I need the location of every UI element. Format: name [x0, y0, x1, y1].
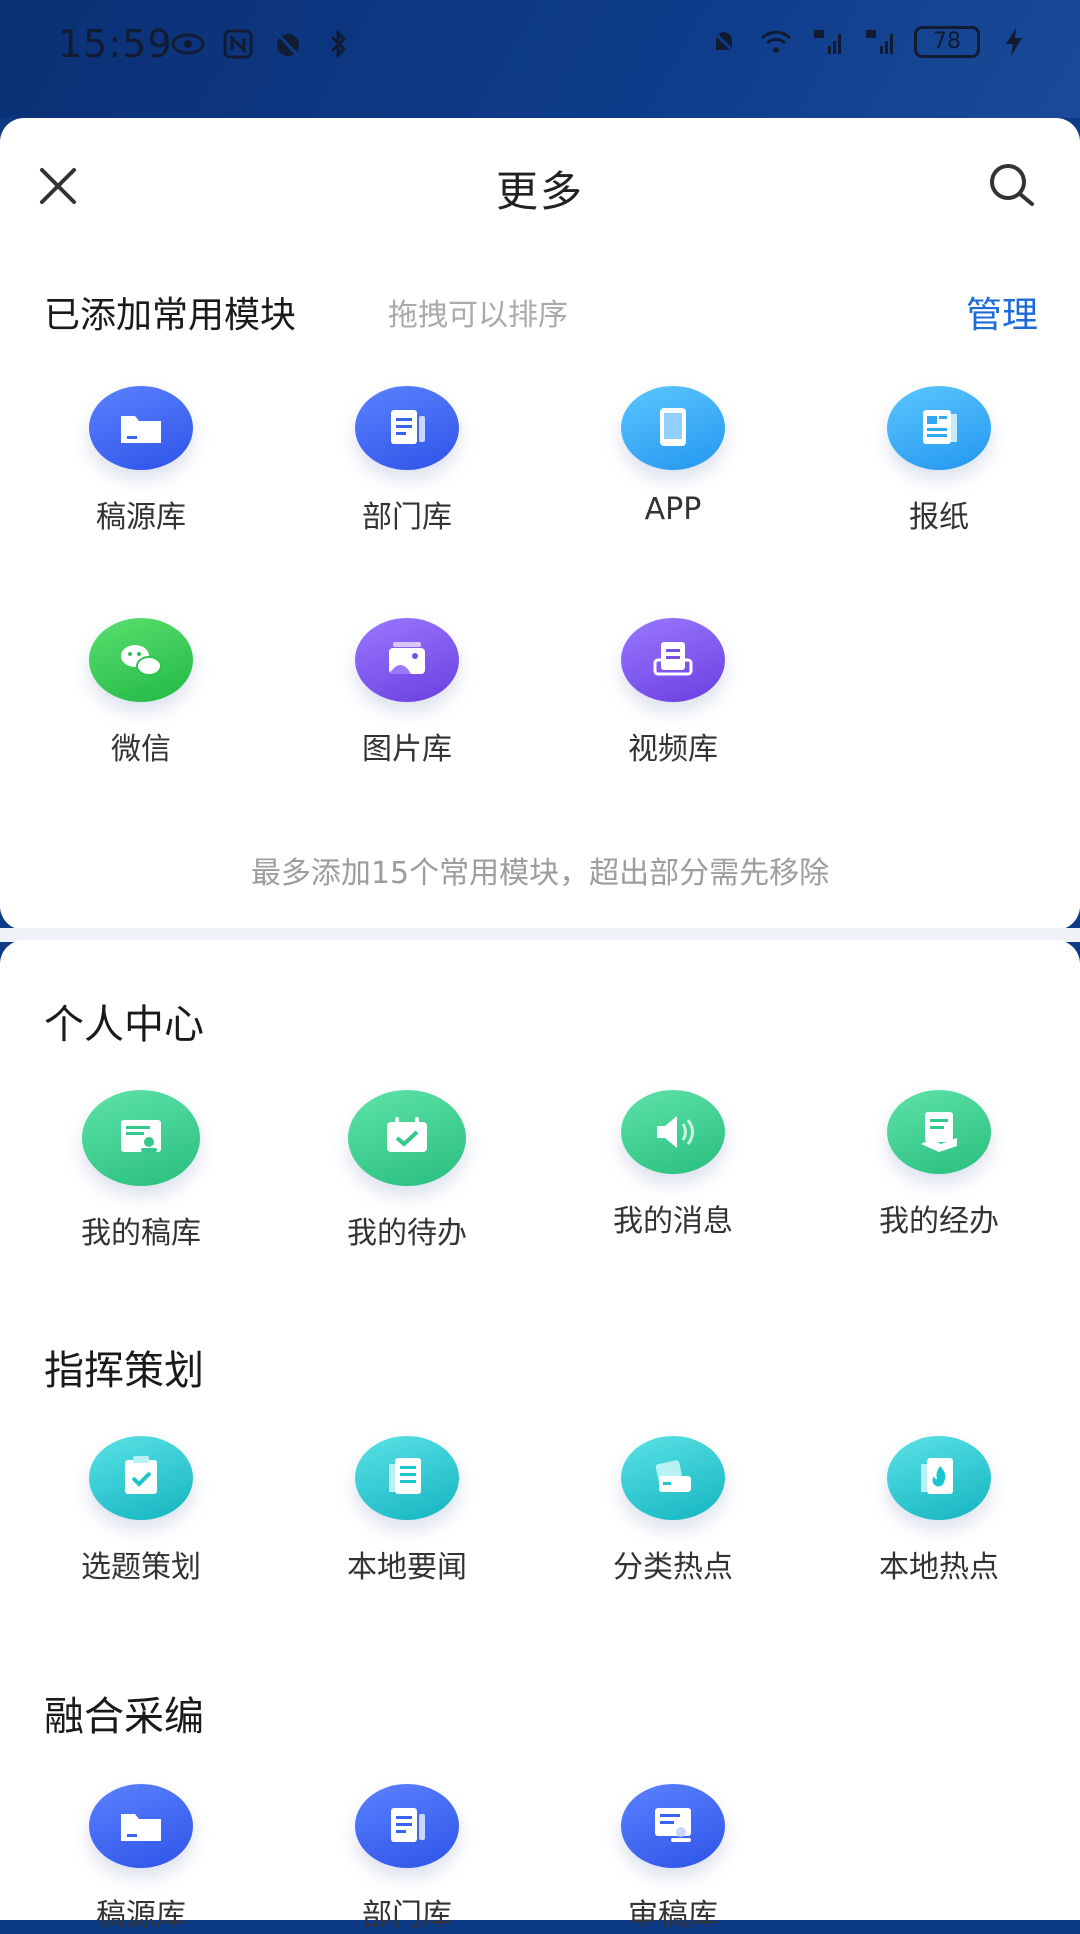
calendar-check-icon	[348, 1090, 466, 1186]
module-item[interactable]: 分类热点	[538, 1436, 808, 1586]
top-bar: 更多	[0, 118, 1080, 248]
signal-4g-icon	[866, 30, 893, 54]
battery-level: 78	[914, 26, 980, 58]
module-item[interactable]: 我的经办	[804, 1090, 1074, 1240]
speaker-icon	[621, 1090, 725, 1174]
search-icon[interactable]	[984, 158, 1040, 214]
status-left-icons	[170, 26, 356, 62]
signal-4g-icon	[814, 30, 841, 54]
module-item[interactable]: 我的稿库	[6, 1090, 276, 1252]
doc-icon	[355, 386, 459, 470]
review-doc-icon	[621, 1784, 725, 1868]
folder-icon	[89, 386, 193, 470]
flame-doc-icon	[887, 1436, 991, 1520]
command-section-title: 指挥策划	[44, 1348, 204, 1394]
video-library-icon	[621, 618, 725, 702]
mute-bell-icon	[710, 28, 738, 56]
tablet-icon	[621, 386, 725, 470]
nfc-icon	[223, 29, 253, 59]
module-item[interactable]: 视频库	[538, 618, 808, 768]
bluetooth-icon	[330, 29, 347, 59]
module-item[interactable]: APP	[538, 386, 808, 527]
module-item[interactable]: 部门库	[272, 1784, 542, 1934]
status-right-icons: 78	[706, 24, 1032, 60]
news-doc-icon	[355, 1436, 459, 1520]
module-limit-tip: 最多添加15个常用模块，超出部分需先移除	[250, 856, 830, 891]
clipboard-check-icon	[89, 1436, 193, 1520]
module-item[interactable]: 部门库	[272, 386, 542, 536]
module-item[interactable]: 微信	[6, 618, 276, 768]
module-item[interactable]: 审稿库	[538, 1784, 808, 1934]
module-item[interactable]: 图片库	[272, 618, 542, 768]
eye-icon	[171, 33, 205, 55]
photo-icon	[355, 618, 459, 702]
newspaper-icon	[887, 386, 991, 470]
module-item[interactable]: 本地要闻	[272, 1436, 542, 1586]
personal-section-title: 个人中心	[44, 1002, 204, 1048]
added-section-title: 已添加常用模块	[44, 295, 297, 336]
id-card-icon	[82, 1090, 200, 1186]
module-item[interactable]: 选题策划	[6, 1436, 276, 1586]
module-item[interactable]: 本地热点	[804, 1436, 1074, 1586]
module-item[interactable]: 我的消息	[538, 1090, 808, 1240]
wifi-icon	[760, 30, 792, 53]
fusion-section-title: 融合采编	[44, 1694, 204, 1740]
module-item[interactable]: 我的待办	[272, 1090, 542, 1252]
page-title: 更多	[495, 167, 584, 216]
manage-button[interactable]: 管理	[966, 286, 1038, 338]
modules-sheet: 更多 已添加常用模块 拖拽可以排序 管理 稿源库 部门库 APP 报纸 微信 图…	[0, 118, 1080, 930]
wechat-icon	[89, 618, 193, 702]
alarm-off-icon	[274, 30, 302, 60]
module-item[interactable]: 报纸	[804, 386, 1074, 536]
card-stack-icon	[621, 1436, 725, 1520]
status-bar: 15:59 78	[0, 0, 1080, 118]
handover-doc-icon	[887, 1090, 991, 1174]
charging-icon	[1006, 28, 1022, 56]
status-time: 15:59	[58, 22, 173, 66]
categories-sheet: 个人中心 我的稿库 我的待办 我的消息 我的经办 指挥策划 选题策划 本地要闻 …	[0, 940, 1080, 1933]
doc-icon	[355, 1784, 459, 1868]
module-item[interactable]: 稿源库	[6, 1784, 276, 1934]
drag-sort-hint: 拖拽可以排序	[388, 298, 568, 333]
folder-icon	[89, 1784, 193, 1868]
module-item[interactable]: 稿源库	[6, 386, 276, 536]
